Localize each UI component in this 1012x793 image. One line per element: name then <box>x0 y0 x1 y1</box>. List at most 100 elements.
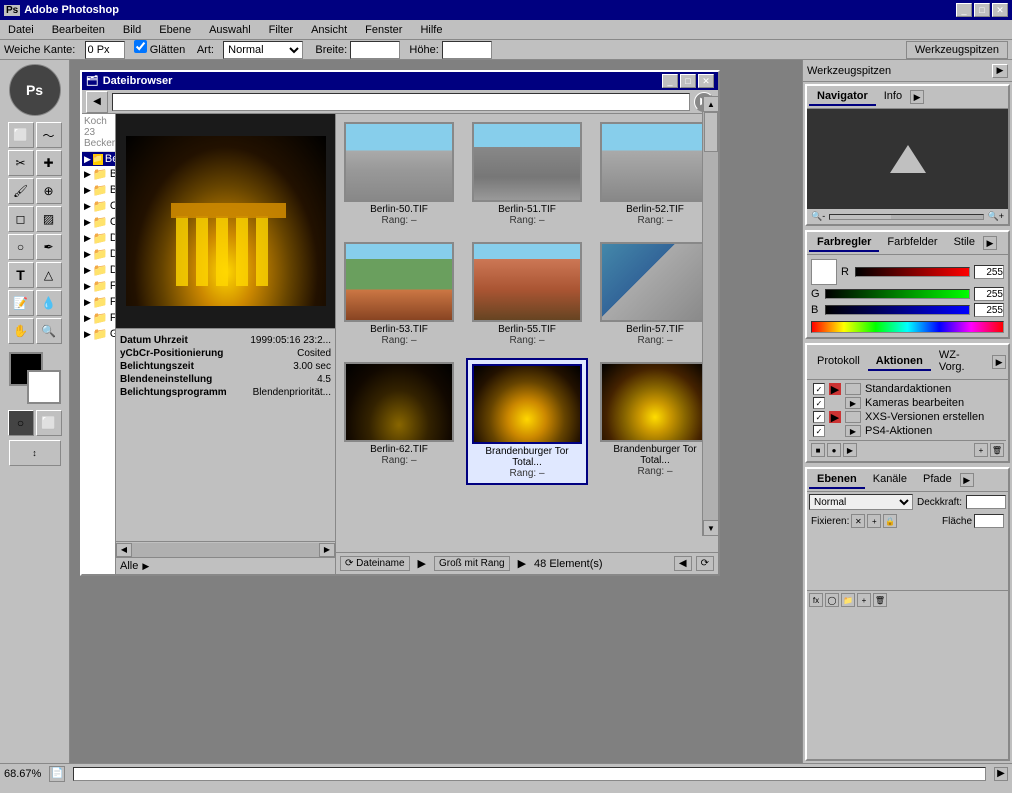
lasso-tool[interactable]: 〜 <box>36 122 62 148</box>
ps4-expand[interactable]: ▶ <box>845 425 861 437</box>
tab-farbfelder[interactable]: Farbfelder <box>879 234 945 252</box>
nav-zoom-in[interactable]: 🔍+ <box>988 211 1004 222</box>
new-action-btn[interactable]: + <box>974 443 988 457</box>
quick-mask-btn[interactable]: ○ <box>8 410 34 436</box>
dateibrowser-close[interactable]: ✕ <box>698 74 714 88</box>
file-item-berlin52[interactable]: Berlin-52.TIF Rang: – <box>596 118 714 230</box>
file-tree[interactable]: Koch 23 Becker... ▶ 📁 Berlin-Fotos ▶ 📁 B… <box>82 114 116 574</box>
text-tool[interactable]: T <box>8 262 34 288</box>
file-item-berlin51[interactable]: Berlin-51.TIF Rang: – <box>466 118 588 230</box>
b-value-input[interactable] <box>974 303 1004 317</box>
db-btn-dateiname[interactable]: ⟳ Dateiname <box>340 556 410 571</box>
clone-tool[interactable]: ⊕ <box>36 178 62 204</box>
tree-item-digitalkameras2[interactable]: ▶ 📁 Digitalkameras für... <box>82 246 115 262</box>
file-grid[interactable]: Berlin-50.TIF Rang: – Berlin-51.TIF Rang… <box>336 114 718 552</box>
werkzeug-arrow-btn[interactable]: ▶ <box>992 64 1008 78</box>
tree-item-fotodrucker[interactable]: ▶ 📁 Fotodrucker <box>82 294 115 310</box>
flache-input[interactable] <box>974 514 1004 528</box>
dodge-tool[interactable]: ○ <box>8 234 34 260</box>
tree-item-berlin-fotos[interactable]: ▶ 📁 Berlin-Fotos <box>82 152 115 166</box>
std-checkbox[interactable]: ✓ <box>813 383 825 395</box>
file-item-brandenburger2[interactable]: Brandenburger Tor Total... Rang: – <box>596 358 714 485</box>
weiche-kante-input[interactable] <box>85 41 125 59</box>
grid-scroll-down[interactable]: ▼ <box>703 520 719 536</box>
minimize-button[interactable]: _ <box>956 3 972 17</box>
status-icon[interactable]: 📄 <box>49 766 65 782</box>
action-kameras[interactable]: ✓ ▶ Kameras bearbeiten <box>809 396 1006 410</box>
breite-input[interactable] <box>350 41 400 59</box>
db-nav-back[interactable]: ◀ <box>674 556 692 571</box>
layer-new-btn[interactable]: + <box>857 593 871 607</box>
tree-item-digitalkameras[interactable]: ▶ 📁 Digitalkameras <box>82 230 115 246</box>
path-tool[interactable]: △ <box>36 262 62 288</box>
layer-mask-btn[interactable]: ◯ <box>825 593 839 607</box>
action-ps4[interactable]: ✓ ▶ PS4-Aktionen <box>809 424 1006 438</box>
color-preview-swatch[interactable] <box>811 259 837 285</box>
kamera-checkbox[interactable]: ✓ <box>813 397 825 409</box>
zoom-tool[interactable]: 🔍 <box>36 318 62 344</box>
action-standardaktionen[interactable]: ✓ ▶ Standardaktionen <box>809 382 1006 396</box>
eyedropper-tool[interactable]: 💧 <box>36 290 62 316</box>
play-btn[interactable]: ▶ <box>843 443 857 457</box>
fix-btn3[interactable]: 🔒 <box>883 514 897 528</box>
dateibrowser-title-bar[interactable]: 🗂 Dateibrowser _ □ ✕ <box>82 72 718 90</box>
farbregler-panel-arrow[interactable]: ▶ <box>983 236 997 250</box>
marquee-tool[interactable]: ⬜ <box>8 122 34 148</box>
scroll-left-btn[interactable]: ◀ <box>116 543 132 557</box>
color-spectrum[interactable] <box>811 321 1004 333</box>
tree-item-compaq[interactable]: ▶ 📁 Compaq Server <box>82 214 115 230</box>
tree-item-browser-screens[interactable]: ▶ 📁 Browser-Screens <box>82 166 115 182</box>
tab-farbregler[interactable]: Farbregler <box>809 234 879 252</box>
close-button[interactable]: ✕ <box>992 3 1008 17</box>
grid-scroll-up[interactable]: ▲ <box>703 96 719 112</box>
menu-hilfe[interactable]: Hilfe <box>416 23 446 37</box>
scroll-right-btn[interactable]: ▶ <box>319 543 335 557</box>
file-item-berlin50[interactable]: Berlin-50.TIF Rang: – <box>340 118 458 230</box>
tree-item-cofo[interactable]: ▶ 📁 CoFo-Original-Tiff <box>82 198 115 214</box>
menu-bild[interactable]: Bild <box>119 23 145 37</box>
record-btn[interactable]: ● <box>827 443 841 457</box>
tab-stile[interactable]: Stile <box>946 234 983 252</box>
grid-scrollbar[interactable]: ▲ ▼ <box>702 96 718 536</box>
dateibrowser-minimize[interactable]: _ <box>662 74 678 88</box>
tab-info[interactable]: Info <box>876 88 910 106</box>
fix-btn2[interactable]: + <box>867 514 881 528</box>
color-selector[interactable] <box>9 352 61 404</box>
glatten-checkbox[interactable] <box>134 40 147 53</box>
fix-btn1[interactable]: ✕ <box>851 514 865 528</box>
navigator-panel-arrow[interactable]: ▶ <box>910 90 924 104</box>
screen-mode-btn[interactable]: ⬜ <box>36 410 62 436</box>
layer-fx-btn[interactable]: fx <box>809 593 823 607</box>
file-item-berlin57[interactable]: Berlin-57.TIF Rang: – <box>596 238 714 350</box>
tab-aktionen[interactable]: Aktionen <box>868 353 931 371</box>
kamera-expand[interactable]: ▶ <box>845 397 861 409</box>
delete-action-btn[interactable]: 🗑 <box>990 443 1004 457</box>
file-item-berlin55[interactable]: Berlin-55.TIF Rang: – <box>466 238 588 350</box>
tree-item-fotos-meldung[interactable]: ▶ 📁 Fotos für Meldung... <box>82 310 115 326</box>
menu-auswahl[interactable]: Auswahl <box>205 23 255 37</box>
tab-wz-vorg[interactable]: WZ-Vorg. <box>931 347 992 377</box>
background-color[interactable] <box>27 370 61 404</box>
ps4-checkbox[interactable]: ✓ <box>813 425 825 437</box>
layer-delete-btn[interactable]: 🗑 <box>873 593 887 607</box>
tab-pfade[interactable]: Pfade <box>915 471 960 489</box>
action-xxs[interactable]: ✓ ▶ XXS-Versionen erstellen <box>809 410 1006 424</box>
tree-item-fotobelichtung[interactable]: ▶ 📁 Fotobelichtungsser <box>82 278 115 294</box>
crop-tool[interactable]: ✂ <box>8 150 34 176</box>
tree-item-drucksachen[interactable]: ▶ 📁 Drucksachen (Bücl... <box>82 262 115 278</box>
nav-zoom-out[interactable]: 🔍- <box>811 211 825 222</box>
art-select[interactable]: Normal <box>223 41 303 59</box>
db-nav-refresh[interactable]: ⟳ <box>696 556 714 571</box>
scroll-right-status[interactable]: ▶ <box>994 767 1008 781</box>
hand-tool[interactable]: ✋ <box>8 318 34 344</box>
brush-tool[interactable]: 🖌 <box>8 178 34 204</box>
ebenen-panel-arrow[interactable]: ▶ <box>960 473 974 487</box>
notes-tool[interactable]: 📝 <box>8 290 34 316</box>
healing-tool[interactable]: ✚ <box>36 150 62 176</box>
pen-tool[interactable]: ✒ <box>36 234 62 260</box>
menu-bearbeiten[interactable]: Bearbeiten <box>48 23 109 37</box>
jump-to-imageready[interactable]: ↕ <box>9 440 61 466</box>
nav-zoom-slider[interactable] <box>829 214 983 220</box>
tree-item-gegenstaende[interactable]: ▶ 📁 Gegenstände <box>82 326 115 342</box>
hohe-input[interactable] <box>442 41 492 59</box>
